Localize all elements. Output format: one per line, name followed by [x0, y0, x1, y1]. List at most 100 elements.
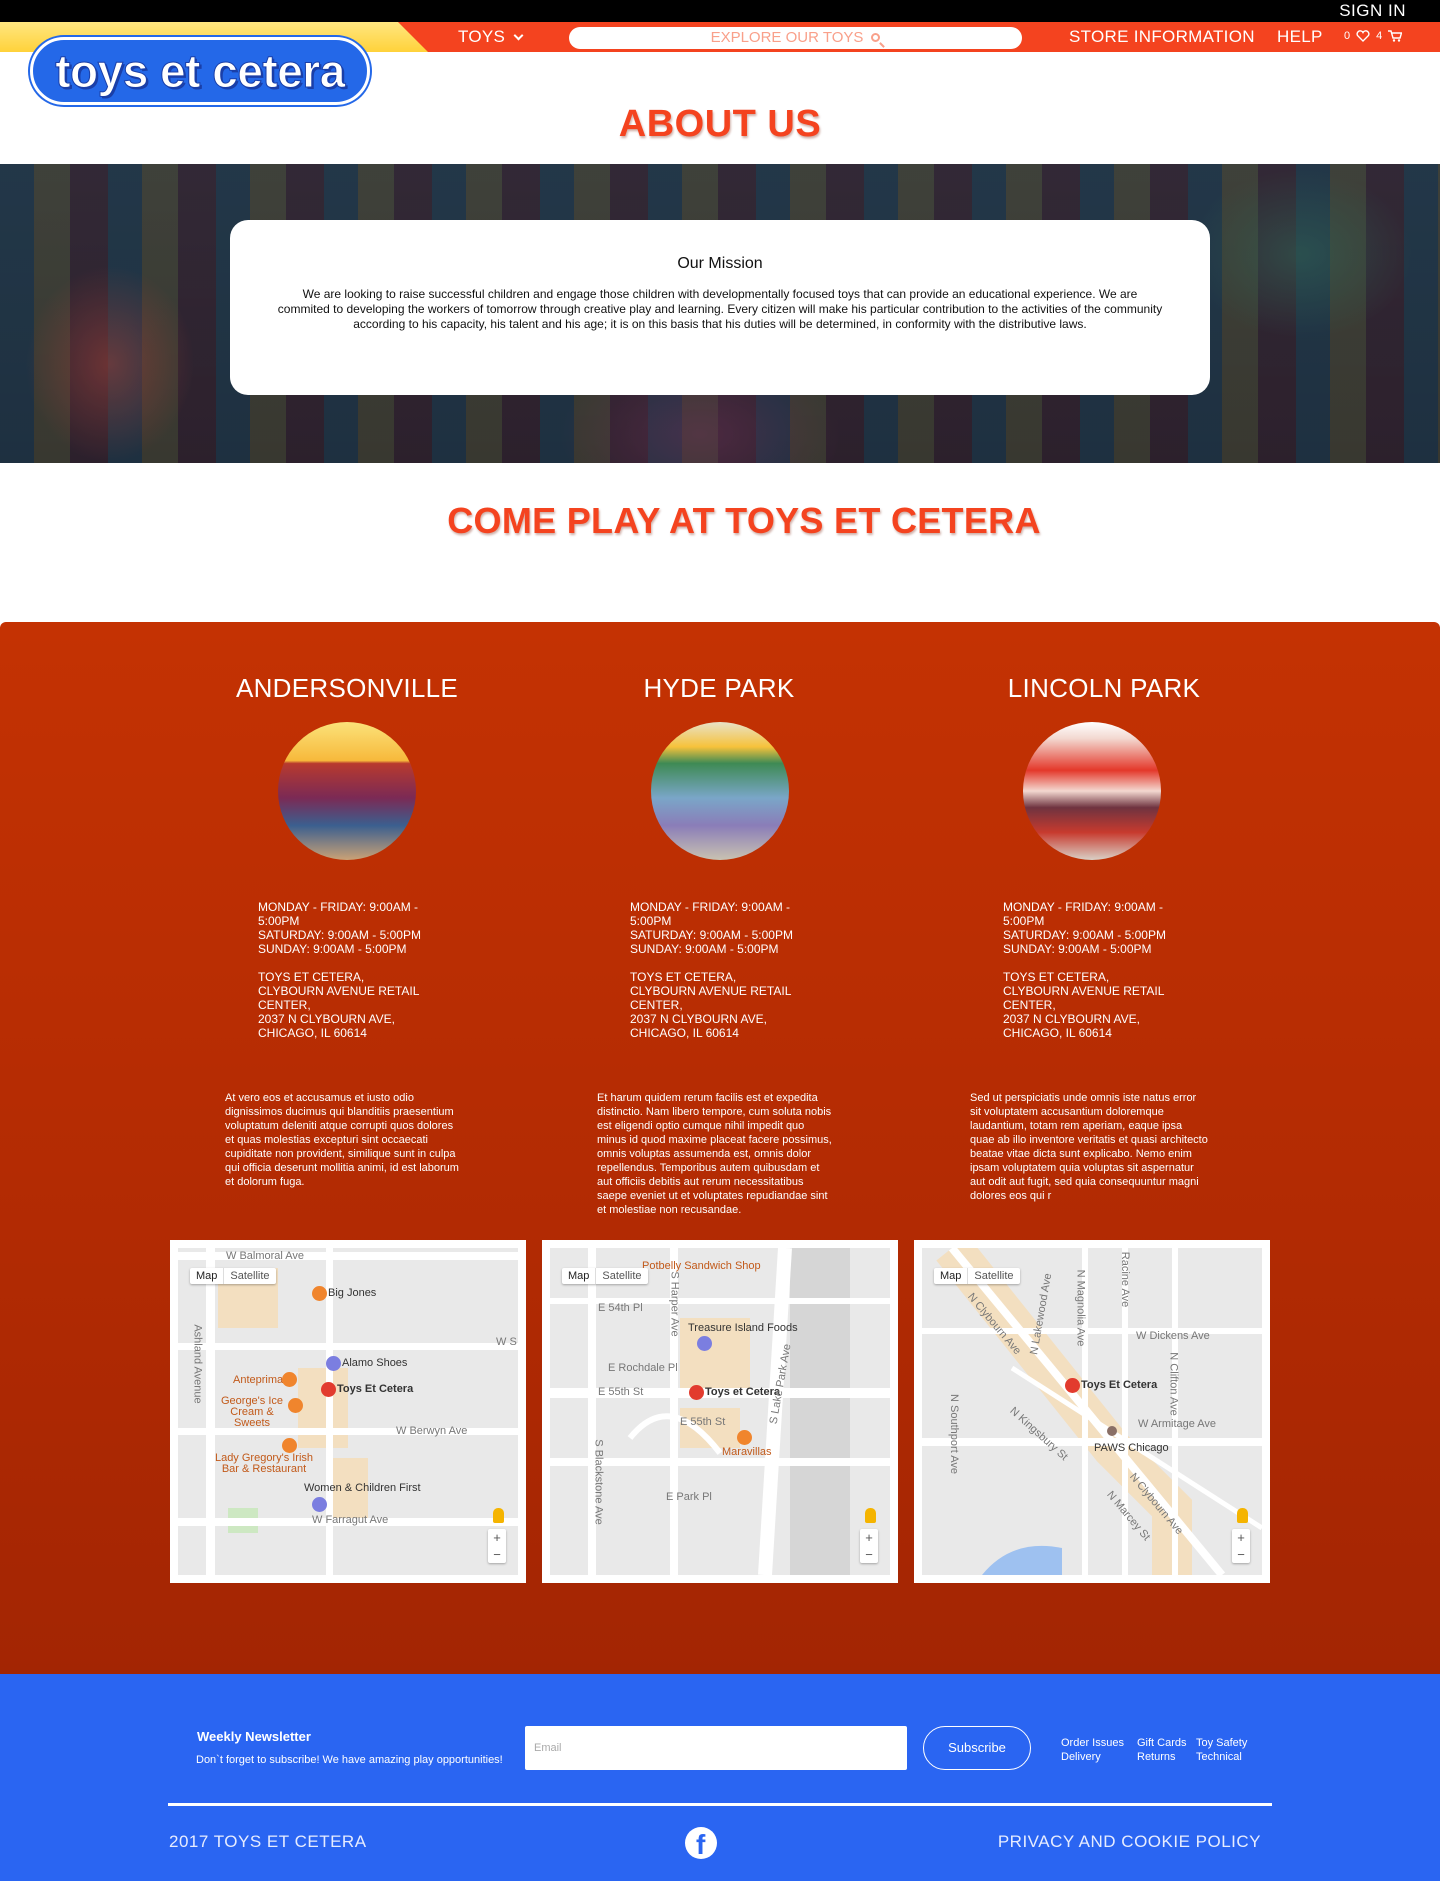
map-street-label: S Harper Ave [668, 1271, 681, 1337]
top-utility-bar: SIGN IN [0, 0, 1440, 22]
location-name-lincoln-park: LINCOLN PARK [1007, 673, 1201, 703]
toys-menu[interactable]: TOYS [458, 25, 524, 49]
address-line: CLYBOURN AVENUE RETAIL CENTER, [630, 984, 791, 1012]
footer-links-safety: Toy Safety Technical [1196, 1736, 1247, 1764]
privacy-policy-link[interactable]: PRIVACY AND COOKIE POLICY [998, 1832, 1261, 1852]
map-lincoln-park[interactable]: Map Satellite N Clybourn Ave N Racine Av… [914, 1240, 1270, 1583]
subscribe-button[interactable]: Subscribe [923, 1726, 1031, 1770]
footer-link-returns[interactable]: Returns [1137, 1750, 1187, 1764]
help-link[interactable]: HELP [1277, 25, 1323, 49]
map-street-label: E 55th St [598, 1386, 644, 1398]
store-pin-icon[interactable] [321, 1382, 336, 1397]
map-type-toggle[interactable]: Map Satellite [190, 1268, 276, 1284]
cart-icon[interactable] [1388, 30, 1403, 42]
map-place-label: Anteprima [233, 1374, 284, 1386]
address-line: 2037 N CLYBOURN AVE, [1003, 1012, 1140, 1026]
restaurant-pin-icon[interactable] [737, 1430, 752, 1445]
street-view-icon[interactable] [493, 1508, 504, 1523]
store-pin-icon[interactable] [1065, 1378, 1080, 1393]
map-streets [550, 1248, 890, 1575]
street-view-icon[interactable] [1237, 1508, 1248, 1523]
shopping-pin-icon[interactable] [326, 1356, 341, 1371]
search-placeholder: EXPLORE OUR TOYS [710, 29, 864, 46]
map-place-label: Alamo Shoes [342, 1357, 408, 1369]
description-andersonville: At vero eos et accusamus et iusto odio d… [225, 1092, 459, 1188]
brand-logo-text: toys et cetera [55, 45, 346, 98]
map-view-button[interactable]: Map [934, 1268, 967, 1284]
locations-heading: COME PLAY AT TOYS ET CETERA [447, 500, 1041, 541]
store-photo-hyde-park [651, 722, 789, 860]
map-place-label: George's Ice Cream & Sweets [220, 1395, 284, 1429]
map-canvas[interactable]: Map Satellite W Balmoral Ave Big Jones A… [178, 1248, 518, 1575]
facebook-icon[interactable]: f [685, 1827, 717, 1860]
footer-links-support: Order Issues Delivery [1061, 1736, 1124, 1764]
zoom-out-icon[interactable]: − [860, 1546, 878, 1563]
zoom-controls[interactable]: + − [1232, 1529, 1250, 1563]
restaurant-pin-icon[interactable] [282, 1438, 297, 1453]
footer-link-delivery[interactable]: Delivery [1061, 1750, 1124, 1764]
mission-card: Our Mission We are looking to raise succ… [230, 220, 1210, 395]
address-line: CHICAGO, IL 60614 [258, 1026, 367, 1040]
heart-icon[interactable] [1356, 30, 1370, 42]
satellite-view-button[interactable]: Satellite [595, 1268, 647, 1284]
mission-text: We are looking to raise successful child… [277, 287, 1163, 331]
brand-logo[interactable]: toys et cetera [30, 37, 370, 105]
zoom-in-icon[interactable]: + [1232, 1529, 1250, 1546]
zoom-out-icon[interactable]: − [488, 1546, 506, 1563]
zoom-controls[interactable]: + − [860, 1529, 878, 1563]
newsletter-subtitle: Don`t forget to subscribe! We have amazi… [196, 1754, 503, 1766]
restaurant-pin-icon[interactable] [312, 1286, 327, 1301]
search-input[interactable]: EXPLORE OUR TOYS [569, 27, 1022, 49]
footer-link-order-issues[interactable]: Order Issues [1061, 1736, 1124, 1750]
hours-lincoln-park: MONDAY - FRIDAY: 9:00AM - 5:00PM SATURDA… [1003, 900, 1183, 1040]
map-hyde-park[interactable]: Map Satellite Potbelly Sandwich Shop E 5… [542, 1240, 898, 1583]
wishlist-count: 0 [1344, 30, 1351, 42]
restaurant-pin-icon[interactable] [288, 1398, 303, 1413]
page-title: ABOUT US [618, 103, 822, 145]
map-street-label: Ashland Avenue [191, 1324, 204, 1404]
map-place-label: Women & Children First [304, 1482, 421, 1494]
map-place-label: Toys et Cetera [705, 1386, 780, 1398]
sign-in-link[interactable]: SIGN IN [1339, 0, 1406, 22]
zoom-out-icon[interactable]: − [1232, 1546, 1250, 1563]
email-field[interactable]: Email [525, 1726, 907, 1770]
store-information-link[interactable]: STORE INFORMATION [1069, 25, 1255, 49]
hours-weekday: MONDAY - FRIDAY: 9:00AM - 5:00PM [1003, 900, 1164, 928]
zoom-in-icon[interactable]: + [488, 1529, 506, 1546]
zoom-controls[interactable]: + − [488, 1529, 506, 1563]
footer-link-technical[interactable]: Technical [1196, 1750, 1247, 1764]
satellite-view-button[interactable]: Satellite [967, 1268, 1019, 1284]
footer-links-store: Gift Cards Returns [1137, 1736, 1187, 1764]
footer-divider [168, 1803, 1272, 1806]
map-view-button[interactable]: Map [562, 1268, 595, 1284]
map-street-label: N Magnolia Ave [1074, 1269, 1087, 1347]
map-canvas[interactable]: Map Satellite N Clybourn Ave N Racine Av… [922, 1248, 1262, 1575]
restaurant-pin-icon[interactable] [282, 1372, 297, 1387]
map-street-label: N Clifton Ave [1167, 1352, 1180, 1416]
store-pin-icon[interactable] [689, 1385, 704, 1400]
map-place-label: Lady Gregory's Irish Bar & Restaurant [214, 1452, 314, 1475]
map-canvas[interactable]: Map Satellite Potbelly Sandwich Shop E 5… [550, 1248, 890, 1575]
map-place-label: Big Jones [328, 1287, 377, 1299]
map-street-label: E 54th Pl [598, 1302, 643, 1314]
footer-link-gift-cards[interactable]: Gift Cards [1137, 1736, 1187, 1750]
hours-weekday: MONDAY - FRIDAY: 9:00AM - 5:00PM [258, 900, 419, 928]
map-type-toggle[interactable]: Map Satellite [562, 1268, 648, 1284]
street-view-icon[interactable] [865, 1508, 876, 1523]
hours-sunday: SUNDAY: 9:00AM - 5:00PM [1003, 942, 1152, 956]
place-pin-icon[interactable] [1107, 1426, 1117, 1436]
zoom-in-icon[interactable]: + [860, 1529, 878, 1546]
map-andersonville[interactable]: Map Satellite W Balmoral Ave Big Jones A… [170, 1240, 526, 1583]
map-type-toggle[interactable]: Map Satellite [934, 1268, 1020, 1284]
cart-count: 4 [1376, 30, 1383, 42]
shopping-pin-icon[interactable] [697, 1336, 712, 1351]
location-name-hyde-park: HYDE PARK [643, 673, 795, 703]
hours-hyde-park: MONDAY - FRIDAY: 9:00AM - 5:00PM SATURDA… [630, 900, 810, 1040]
address-line: TOYS ET CETERA, [258, 970, 365, 984]
map-place-label: Toys Et Cetera [337, 1383, 414, 1395]
footer-link-toy-safety[interactable]: Toy Safety [1196, 1736, 1247, 1750]
satellite-view-button[interactable]: Satellite [223, 1268, 275, 1284]
map-view-button[interactable]: Map [190, 1268, 223, 1284]
shopping-pin-icon[interactable] [312, 1497, 327, 1512]
map-street-label: W Berwyn Ave [396, 1425, 468, 1437]
